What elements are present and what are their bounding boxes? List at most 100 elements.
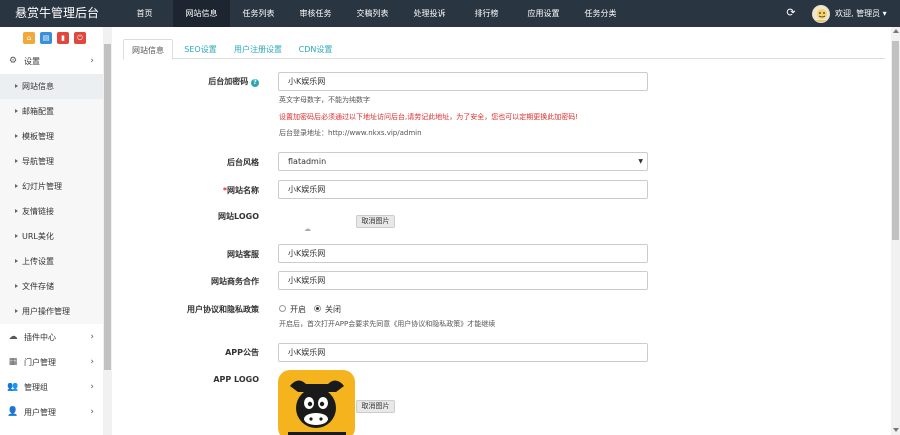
power-icon[interactable]: ⏻ — [74, 32, 86, 44]
policy-off-label[interactable]: 关闭 — [325, 304, 341, 315]
main-content: 网站信息 SEO设置 用户注册设置 CDN设置 后台加密码 ? 小K娱乐网 英文… — [115, 27, 891, 435]
user-icon: 👤 — [7, 407, 19, 417]
tab-site-info[interactable]: 网站信息 — [123, 39, 173, 60]
sidebar-item-label: 上传设置 — [22, 257, 54, 266]
top-navbar: 悬赏牛管理后台 首页 网站信息 任务列表 审核任务 交稿列表 处理投诉 排行榜 … — [0, 0, 900, 27]
caret-right-icon — [15, 84, 18, 88]
admin-code-label: 后台加密码 — [208, 77, 249, 86]
app-notice-label: APP公告 — [225, 348, 259, 357]
app-title[interactable]: 悬赏牛管理后台 — [0, 0, 114, 27]
nav-task-list[interactable]: 任务列表 — [230, 0, 287, 27]
caret-down-icon: ▼ — [638, 158, 643, 165]
avatar[interactable] — [812, 5, 830, 23]
scroll-down-icon[interactable] — [893, 428, 899, 432]
trash-icon[interactable]: ▮ — [57, 32, 69, 44]
page-scroll-thumb[interactable] — [892, 41, 899, 240]
sidebar-item-templates[interactable]: 模板管理 — [0, 124, 103, 149]
sidebar-group-portal[interactable]: ▦ 门户管理 › — [0, 350, 103, 375]
business-input[interactable]: 小K娱乐网 — [278, 271, 648, 290]
sidebar-item-label: 幻灯片管理 — [22, 182, 62, 191]
tab-cdn[interactable]: CDN设置 — [293, 39, 338, 60]
sidebar-item-navigation[interactable]: 导航管理 — [0, 149, 103, 174]
policy-label: 用户协议和隐私政策 — [187, 305, 259, 314]
sidebar-item-label: 文件存储 — [22, 282, 54, 291]
caret-right-icon — [15, 109, 18, 113]
sidebar-item-site-info[interactable]: 网站信息 — [0, 74, 103, 99]
sidebar-item-email[interactable]: 邮箱配置 — [0, 99, 103, 124]
nav-task-categories[interactable]: 任务分类 — [572, 0, 629, 27]
nav-review-tasks[interactable]: 审核任务 — [287, 0, 344, 27]
policy-on-label[interactable]: 开启 — [290, 304, 306, 315]
service-label: 网站客服 — [227, 250, 259, 259]
nav-home[interactable]: 首页 — [116, 0, 173, 27]
style-select-value: flatadmin — [288, 157, 327, 166]
site-name-label-row: *网站名称 — [123, 185, 259, 196]
cow-logo-icon — [288, 380, 346, 435]
sidebar-item-label: 模板管理 — [22, 132, 54, 141]
sidebar-group-settings[interactable]: ⚙ 设置 › — [0, 49, 103, 74]
chevron-right-icon: › — [90, 357, 94, 367]
app-notice-input[interactable]: 小K娱乐网 — [278, 343, 648, 362]
cancel-app-logo-button[interactable]: 取消图片 — [356, 400, 395, 413]
nav-app-settings[interactable]: 应用设置 — [515, 0, 572, 27]
chevron-right-icon: › — [90, 332, 94, 342]
sidebar-item-storage[interactable]: 文件存储 — [0, 274, 103, 299]
sidebar-scroll-thumb[interactable] — [104, 44, 111, 370]
grid-icon: ▦ — [8, 357, 18, 367]
admin-code-warning: 设置加密码后必须通过以下地址访问后台,请劳记此地址，为了安全，您也可以定期更换此… — [279, 113, 579, 121]
service-input[interactable]: 小K娱乐网 — [278, 244, 648, 263]
tab-bar: 网站信息 SEO设置 用户注册设置 CDN设置 — [123, 39, 885, 60]
business-label: 网站商务合作 — [211, 277, 259, 286]
app-logo-label: APP LOGO — [213, 375, 259, 384]
caret-right-icon — [15, 234, 18, 238]
sidebar-group-label: 设置 — [24, 57, 40, 66]
sidebar-group-users[interactable]: 👤 用户管理 › — [0, 400, 103, 425]
scroll-up-icon[interactable] — [893, 29, 899, 33]
sidebar-group-label: 管理组 — [24, 383, 48, 392]
admin-code-label-row: 后台加密码 ? — [123, 76, 259, 87]
sidebar-item-label: URL美化 — [22, 232, 54, 241]
chevron-right-icon: › — [90, 56, 94, 66]
logo-placeholder-icon: ☁ — [304, 225, 311, 233]
quick-actions: ⌂ ▤ ▮ ⏻ — [23, 32, 86, 44]
sidebar-group-plugins[interactable]: ☁ 插件中心 › — [0, 325, 103, 350]
nav-complaints[interactable]: 处理投诉 — [401, 0, 458, 27]
cloud-icon: ☁ — [8, 332, 18, 342]
nav-submissions[interactable]: 交稿列表 — [344, 0, 401, 27]
caret-right-icon — [15, 284, 18, 288]
help-icon[interactable]: ? — [251, 79, 259, 87]
style-select[interactable]: flatadmin ▼ — [278, 152, 648, 171]
sidebar-group-label: 用户管理 — [24, 408, 56, 417]
chevron-right-icon: › — [90, 407, 94, 417]
policy-off-radio[interactable] — [314, 305, 321, 312]
avatar-image — [816, 9, 828, 22]
sidebar-item-url[interactable]: URL美化 — [0, 224, 103, 249]
sidebar-item-user-actions[interactable]: 用户操作管理 — [0, 299, 103, 324]
nav-leaderboard[interactable]: 排行榜 — [458, 0, 515, 27]
policy-help: 开启后，首次打开APP会要求先同意《用户协议和隐私政策》才能继续 — [279, 320, 496, 328]
sidebar-group-admins[interactable]: 👥 管理组 › — [0, 375, 103, 400]
sidebar-item-slides[interactable]: 幻灯片管理 — [0, 174, 103, 199]
tab-user-registration[interactable]: 用户注册设置 — [228, 39, 288, 60]
sidebar-item-label: 导航管理 — [22, 157, 54, 166]
site-name-input[interactable]: 小K娱乐网 — [278, 180, 648, 199]
cancel-logo-button[interactable]: 取消图片 — [356, 215, 395, 228]
logo-label: 网站LOGO — [218, 212, 259, 221]
sidebar-item-upload[interactable]: 上传设置 — [0, 249, 103, 274]
sidebar-item-links[interactable]: 友情链接 — [0, 199, 103, 224]
home-icon[interactable]: ⌂ — [23, 32, 35, 44]
caret-right-icon — [15, 134, 18, 138]
sidebar: ⌂ ▤ ▮ ⏻ ⚙ 设置 › 网站信息 邮箱配置 模板管理 导航管理 幻灯片管理… — [0, 27, 112, 435]
document-icon[interactable]: ▤ — [40, 32, 52, 44]
admin-code-input[interactable]: 小K娱乐网 — [278, 72, 648, 91]
user-menu[interactable]: 欢迎, 管理员 ▾ — [835, 0, 887, 27]
sidebar-item-label: 友情链接 — [22, 207, 54, 216]
nav-site-info[interactable]: 网站信息 — [173, 0, 230, 27]
policy-on-radio[interactable] — [279, 305, 286, 312]
refresh-icon[interactable]: ⟳ — [784, 6, 798, 20]
admin-login-url: 后台登录地址：http://www.nkxs.vip/admin — [279, 129, 422, 137]
app-logo-image — [278, 370, 355, 435]
tab-seo[interactable]: SEO设置 — [178, 39, 223, 60]
chevron-right-icon: › — [90, 382, 94, 392]
caret-right-icon — [15, 209, 18, 213]
